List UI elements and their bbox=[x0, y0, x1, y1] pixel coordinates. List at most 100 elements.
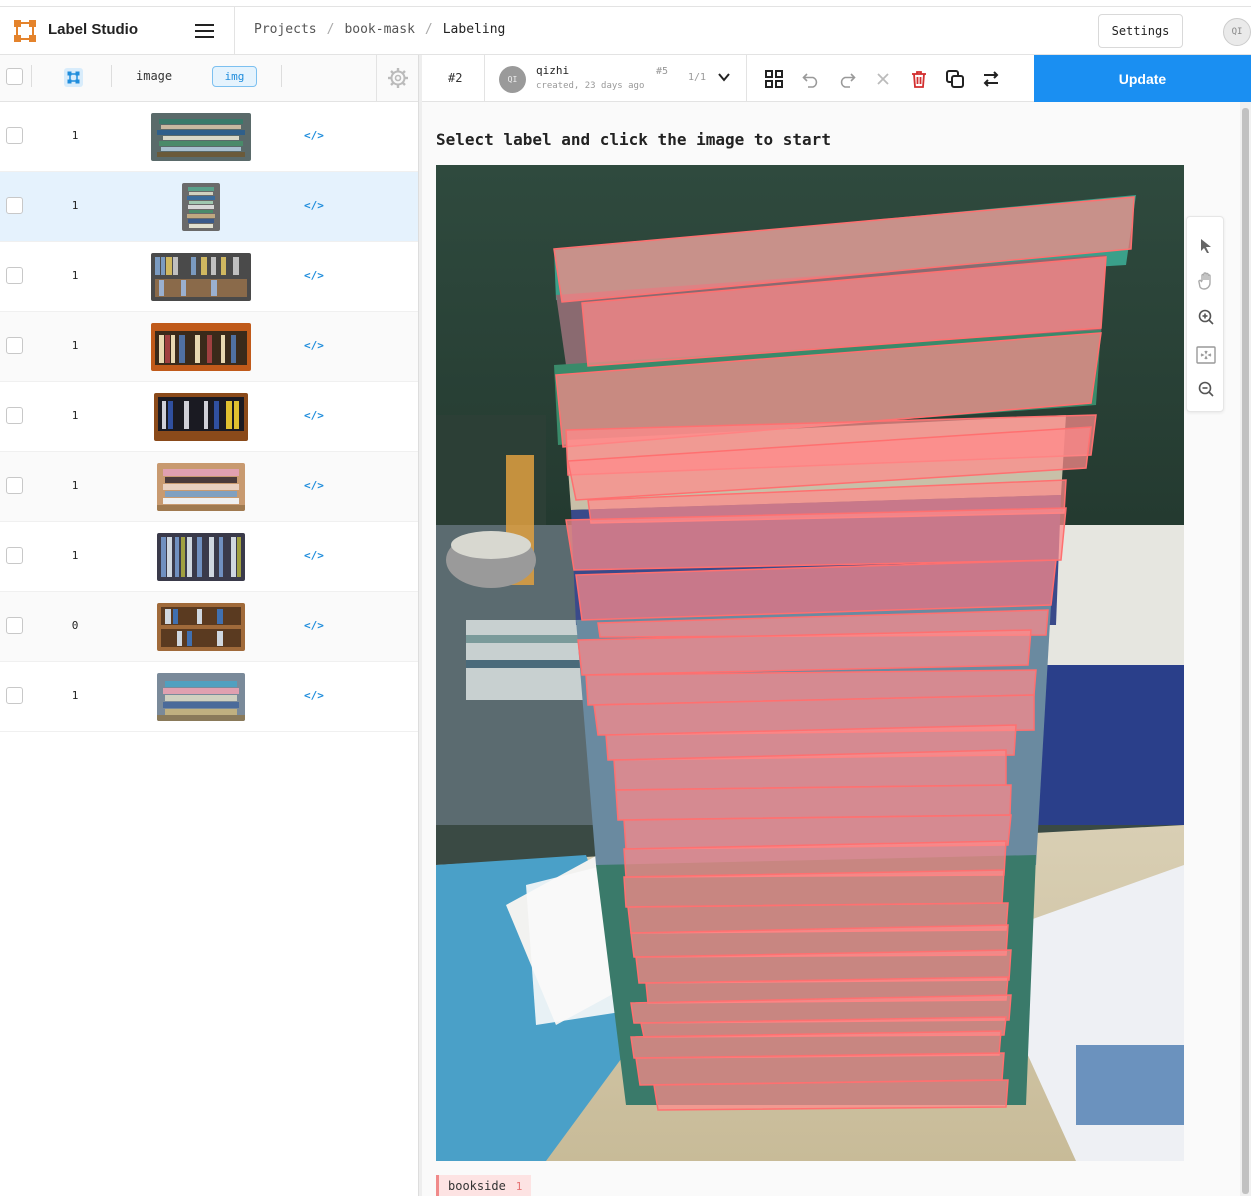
breadcrumb-projects[interactable]: Projects bbox=[254, 22, 317, 37]
table-row[interactable]: 0 </> bbox=[0, 592, 418, 662]
code-link-icon[interactable]: </> bbox=[304, 689, 324, 702]
divider bbox=[484, 55, 485, 102]
breadcrumb-project[interactable]: book-mask bbox=[344, 22, 414, 37]
annotation-count: 1 bbox=[71, 339, 79, 352]
delete-trash-icon[interactable] bbox=[907, 67, 931, 91]
column-header-img[interactable]: img bbox=[212, 66, 257, 87]
task-id: #2 bbox=[448, 71, 463, 85]
divider bbox=[31, 65, 32, 87]
fit-to-screen-icon[interactable] bbox=[1195, 344, 1217, 366]
task-thumbnail bbox=[151, 253, 251, 301]
table-row[interactable]: 1 </> bbox=[0, 312, 418, 382]
task-thumbnail bbox=[157, 603, 245, 651]
task-thumbnail bbox=[157, 463, 245, 511]
reset-close-icon[interactable] bbox=[871, 67, 895, 91]
code-link-icon[interactable]: </> bbox=[304, 269, 324, 282]
annotation-count: 1 bbox=[71, 479, 79, 492]
row-checkbox[interactable] bbox=[6, 267, 23, 284]
annotation-count: 1 bbox=[71, 199, 79, 212]
pan-hand-icon[interactable] bbox=[1195, 270, 1217, 292]
table-row[interactable]: 1 </> bbox=[0, 522, 418, 592]
task-thumbnail bbox=[157, 533, 245, 581]
row-checkbox[interactable] bbox=[6, 337, 23, 354]
table-row[interactable]: 1 </> bbox=[0, 172, 418, 242]
redo-icon[interactable] bbox=[835, 67, 859, 91]
duplicate-copy-icon[interactable] bbox=[943, 67, 967, 91]
labeling-area: Select label and click the image to star… bbox=[422, 102, 1251, 1196]
annotation-pager: 1/1 bbox=[688, 72, 707, 83]
column-header-image[interactable]: image bbox=[136, 69, 172, 83]
annotation-count: 0 bbox=[71, 619, 79, 632]
row-checkbox[interactable] bbox=[6, 127, 23, 144]
divider bbox=[746, 55, 747, 102]
annotation-count: 1 bbox=[71, 689, 79, 702]
row-checkbox[interactable] bbox=[6, 617, 23, 634]
divider bbox=[111, 65, 112, 87]
task-thumbnail bbox=[157, 673, 245, 721]
region-label: bookside bbox=[448, 1179, 506, 1193]
row-checkbox[interactable] bbox=[6, 477, 23, 494]
code-link-icon[interactable]: </> bbox=[304, 339, 324, 352]
table-row[interactable]: 1 </> bbox=[0, 662, 418, 732]
pointer-select-icon[interactable] bbox=[1195, 235, 1217, 257]
divider bbox=[234, 7, 235, 55]
annotation-count: 1 bbox=[71, 269, 79, 282]
task-thumbnail bbox=[151, 323, 251, 371]
row-checkbox[interactable] bbox=[6, 407, 23, 424]
top-bar: Label Studio Projects / book-mask / Labe… bbox=[0, 6, 1251, 55]
labeling-instruction: Select label and click the image to star… bbox=[436, 130, 831, 149]
region-label-chip[interactable]: bookside 1 bbox=[436, 1175, 532, 1196]
row-checkbox[interactable] bbox=[6, 197, 23, 214]
task-thumbnail bbox=[182, 183, 220, 231]
annotation-count: 1 bbox=[71, 409, 79, 422]
scrollbar[interactable] bbox=[1240, 102, 1251, 1196]
divider bbox=[281, 65, 282, 87]
select-all-checkbox[interactable] bbox=[6, 68, 23, 85]
code-link-icon[interactable]: </> bbox=[304, 479, 324, 492]
task-list-panel: image img 1 </> 1 </> 1 </> 1 </> 1 </> … bbox=[0, 55, 418, 1196]
labeling-image-canvas[interactable] bbox=[436, 165, 1184, 1161]
book-stack-image[interactable] bbox=[436, 165, 1184, 1161]
zoom-in-icon[interactable] bbox=[1195, 306, 1217, 328]
annotation-toolbar: #2 QI qizhi created, 23 days ago #5 1/1 bbox=[422, 55, 1251, 102]
code-link-icon[interactable]: </> bbox=[304, 409, 324, 422]
table-header: image img bbox=[0, 55, 418, 102]
zoom-out-icon[interactable] bbox=[1195, 378, 1217, 400]
annotations-column-icon[interactable] bbox=[64, 68, 83, 87]
region-count: 1 bbox=[515, 1179, 523, 1193]
code-link-icon[interactable]: </> bbox=[304, 619, 324, 632]
settings-button[interactable]: Settings bbox=[1098, 14, 1183, 48]
annotator-avatar: QI bbox=[499, 66, 526, 93]
code-link-icon[interactable]: </> bbox=[304, 199, 324, 212]
code-link-icon[interactable]: </> bbox=[304, 129, 324, 142]
row-checkbox[interactable] bbox=[6, 687, 23, 704]
hamburger-menu-icon[interactable] bbox=[192, 19, 218, 43]
user-avatar[interactable]: QI bbox=[1223, 18, 1251, 46]
table-row[interactable]: 1 </> bbox=[0, 382, 418, 452]
undo-icon[interactable] bbox=[799, 67, 823, 91]
annotator-name: qizhi bbox=[536, 64, 570, 77]
task-thumbnail bbox=[154, 393, 248, 441]
update-button[interactable]: Update bbox=[1034, 55, 1251, 102]
annotation-count: 1 bbox=[71, 549, 79, 562]
breadcrumb-separator: / bbox=[424, 22, 433, 37]
breadcrumb-separator: / bbox=[326, 22, 335, 37]
row-checkbox[interactable] bbox=[6, 547, 23, 564]
annotation-created: created, 23 days ago bbox=[536, 81, 645, 91]
annotation-id: #5 bbox=[656, 66, 669, 77]
task-thumbnail bbox=[151, 113, 251, 161]
table-row[interactable]: 1 </> bbox=[0, 452, 418, 522]
app-title: Label Studio bbox=[48, 21, 138, 38]
chevron-down-icon[interactable] bbox=[716, 69, 732, 85]
column-settings-gear-icon[interactable] bbox=[376, 55, 418, 101]
grid-view-icon[interactable] bbox=[762, 67, 786, 91]
swap-arrows-icon[interactable] bbox=[979, 67, 1003, 91]
zoom-toolbar bbox=[1186, 216, 1224, 412]
table-row[interactable]: 1 </> bbox=[0, 102, 418, 172]
breadcrumb: Projects / book-mask / Labeling bbox=[254, 22, 505, 37]
code-link-icon[interactable]: </> bbox=[304, 549, 324, 562]
scrollbar-thumb[interactable] bbox=[1242, 108, 1249, 1194]
table-row[interactable]: 1 </> bbox=[0, 242, 418, 312]
annotation-count: 1 bbox=[71, 129, 79, 142]
label-studio-logo-icon bbox=[14, 20, 36, 42]
